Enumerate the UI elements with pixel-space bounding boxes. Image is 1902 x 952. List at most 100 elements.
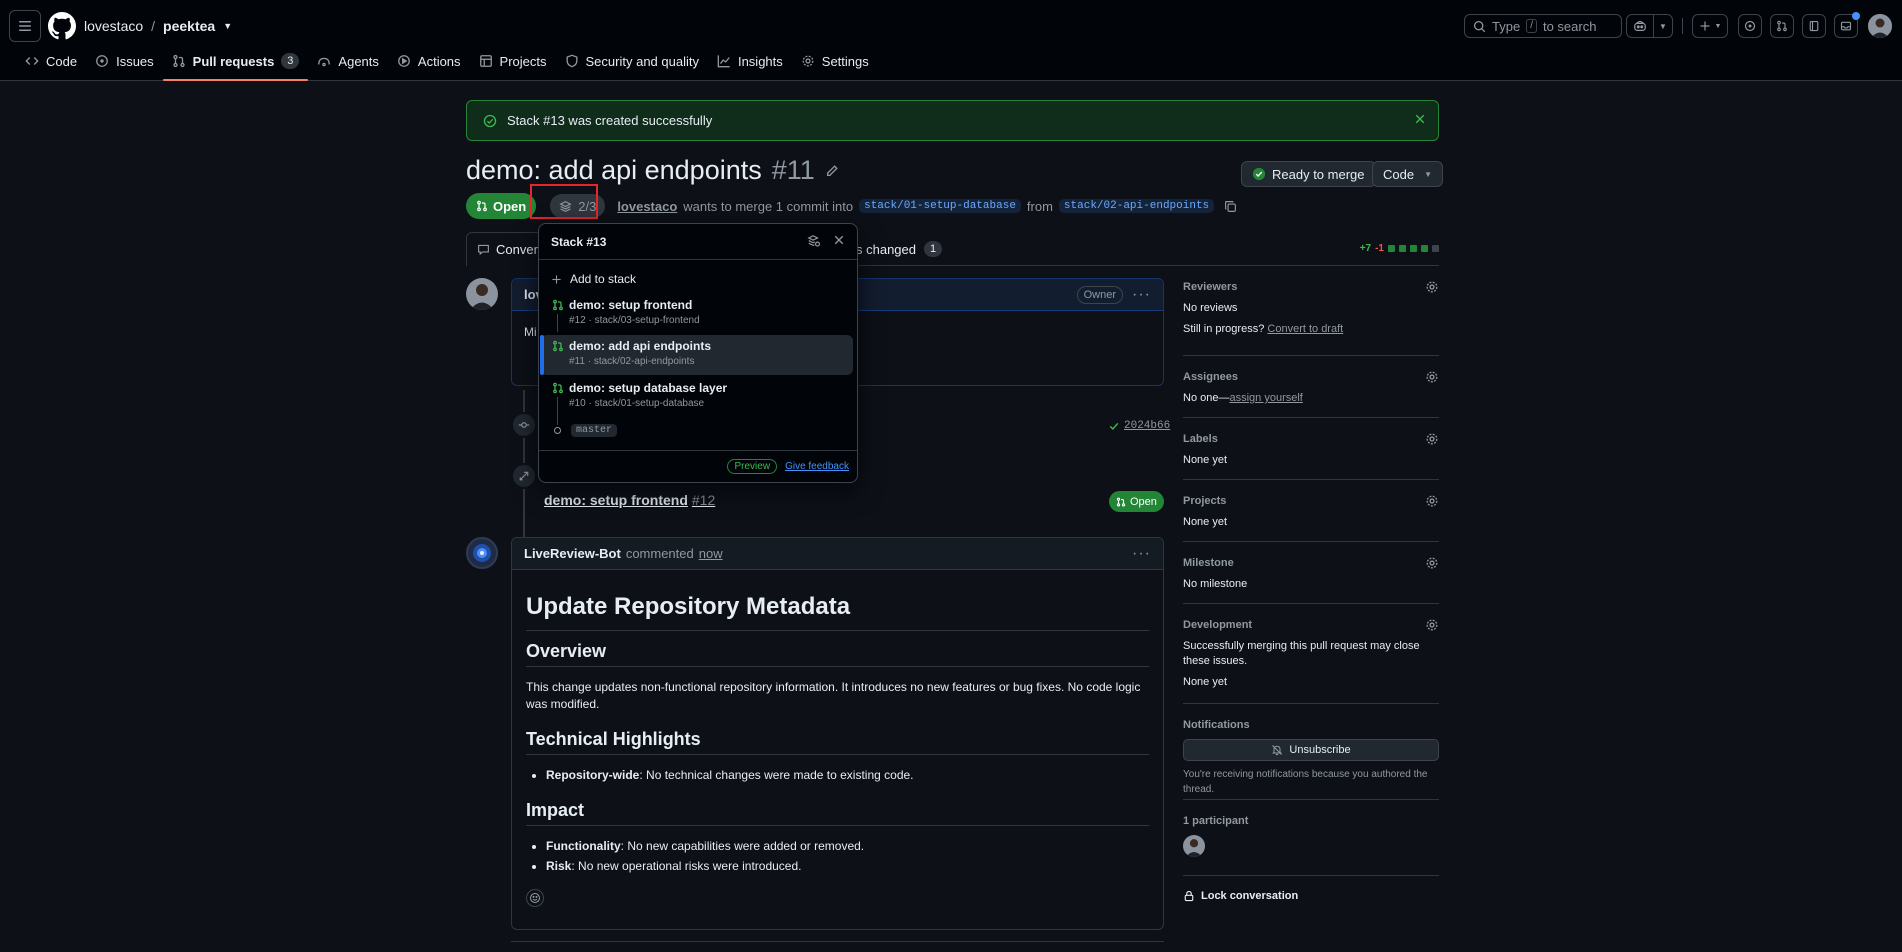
bot-avatar[interactable] [466,537,498,569]
kebab-menu-icon[interactable]: ··· [1132,545,1151,563]
issues-icon[interactable] [1738,14,1762,38]
lock-conversation-label: Lock conversation [1201,890,1299,902]
bot-comment: LiveReview-Bot commented now ··· Update … [511,537,1164,930]
bot-author-link[interactable]: LiveReview-Bot [524,546,621,561]
head-branch[interactable]: stack/02-api-endpoints [1058,199,1215,213]
development-gear-icon[interactable] [1425,618,1439,632]
comment-timestamp[interactable]: now [699,546,723,561]
pr-count-badge: 3 [281,53,300,69]
files-count-badge: 1 [924,241,943,257]
additions-count: +7 [1359,243,1372,254]
give-feedback-link[interactable]: Give feedback [785,461,849,472]
ready-to-merge-button[interactable]: Ready to merge [1241,161,1376,187]
progress-question: Still in progress? [1183,323,1265,335]
pull-requests-icon[interactable] [1770,14,1794,38]
lock-icon [1184,890,1194,902]
nav-agents[interactable]: Agents [308,48,387,74]
labels-gear-icon[interactable] [1425,432,1439,446]
nav-actions[interactable]: Actions [388,48,470,74]
participant-avatar[interactable] [1183,835,1205,857]
repositories-icon[interactable] [1802,14,1826,38]
bot-comment-body: Update Repository Metadata Overview This… [512,570,1163,919]
user-avatar[interactable] [1868,14,1892,38]
nav-security[interactable]: Security and quality [556,48,708,74]
popover-header: Stack #13 [539,224,857,260]
manage-stack-icon[interactable] [807,234,821,248]
agent-icon [318,57,331,67]
nav-pull-requests-label: Pull requests [192,53,275,69]
development-value: None yet [1183,676,1228,688]
participants-title: 1 participant [1183,815,1249,827]
owner-link[interactable]: lovestaco [84,18,143,34]
milestone-title: Milestone [1183,557,1234,569]
reviewers-progress: Still in progress? Convert to draft [1183,322,1439,337]
list-item-label: Repository-wide [546,768,640,782]
popover-title: Stack #13 [551,234,607,249]
page-title: demo: add api endpoints #11 [466,155,839,186]
diffstat-block [1388,245,1395,252]
pr-open-icon [552,299,564,311]
close-icon[interactable] [833,234,845,246]
inbox-icon[interactable] [1834,12,1860,38]
copilot-icon[interactable] [1626,14,1654,38]
nav-actions-label: Actions [417,53,461,69]
copy-icon[interactable] [1224,200,1237,213]
stack-item[interactable]: demo: setup frontend #12 · stack/03-setu… [541,294,853,334]
stack-item-current[interactable]: demo: add api endpoints #11 · stack/02-a… [540,335,853,375]
nav-code[interactable]: Code [16,48,86,74]
search-input[interactable]: Type / to search [1464,14,1622,38]
base-branch[interactable]: stack/01-setup-database [859,199,1021,213]
bell-slash-icon [1272,745,1283,756]
pr-open-icon [552,340,564,352]
commit-sha-link[interactable]: 2024b66 [1124,420,1170,432]
stack-item[interactable]: demo: setup database layer #10 · stack/0… [541,377,853,417]
emoji-reaction-icon[interactable] [526,889,544,907]
search-prefix: Type [1492,18,1521,34]
tab-files-changed[interactable]: s changed 1 [856,241,943,257]
header-divider [1682,18,1683,34]
close-icon[interactable] [1414,113,1426,125]
pr-author-link[interactable]: lovestaco [617,199,677,214]
list-item-text: : No new capabilities were added or remo… [620,839,865,853]
edit-title-icon[interactable] [825,164,839,178]
app-header: lovestaco / peektea ▼ Type / to search ▼… [0,0,1902,81]
tab-files-label: s changed [856,241,916,257]
menu-icon[interactable] [9,10,41,42]
nav-insights-label: Insights [737,53,783,69]
gear-icon [802,55,814,67]
repo-dropdown-icon[interactable]: ▼ [223,21,232,31]
milestone-gear-icon[interactable] [1425,556,1439,570]
convert-to-draft-link[interactable]: Convert to draft [1267,323,1343,335]
create-new-icon[interactable]: ▼ [1692,14,1728,38]
reviewers-gear-icon[interactable] [1425,280,1439,294]
projects-gear-icon[interactable] [1425,494,1439,508]
success-flash: Stack #13 was created successfully [466,100,1439,141]
add-to-stack-label: Add to stack [570,272,637,286]
chevron-down-icon: ▼ [1424,169,1432,179]
code-button-label: Code [1383,166,1415,182]
copilot-dropdown-icon[interactable]: ▼ [1653,14,1673,38]
assignees-gear-icon[interactable] [1425,370,1439,384]
stack-pr-title: demo: setup frontend [544,492,688,508]
assign-yourself-link[interactable]: assign yourself [1229,392,1302,404]
graph-icon [717,55,730,68]
add-to-stack-button[interactable]: Add to stack [551,272,636,286]
stack-pr-reference[interactable]: demo: setup frontend #12 [544,492,715,508]
kebab-menu-icon[interactable]: ··· [1132,286,1151,304]
nav-settings[interactable]: Settings [792,48,878,74]
sidebar-development: Development Successfully merging this pu… [1183,616,1439,704]
code-dropdown-button[interactable]: Code ▼ [1372,161,1443,187]
nav-projects[interactable]: Projects [470,48,556,74]
pr-number: #11 [771,155,815,185]
diffstat-block [1410,245,1417,252]
nav-insights[interactable]: Insights [708,48,792,74]
github-logo-icon[interactable] [48,12,76,40]
notifications-note: You're receiving notifications because y… [1183,769,1428,795]
author-avatar[interactable] [466,278,498,310]
nav-pull-requests[interactable]: Pull requests 3 [162,48,309,81]
projects-value: None yet [1183,516,1228,528]
nav-issues[interactable]: Issues [86,48,163,74]
lock-conversation-button[interactable]: Lock conversation [1183,888,1439,902]
repo-link[interactable]: peektea [163,18,215,34]
unsubscribe-button[interactable]: Unsubscribe [1183,739,1439,761]
